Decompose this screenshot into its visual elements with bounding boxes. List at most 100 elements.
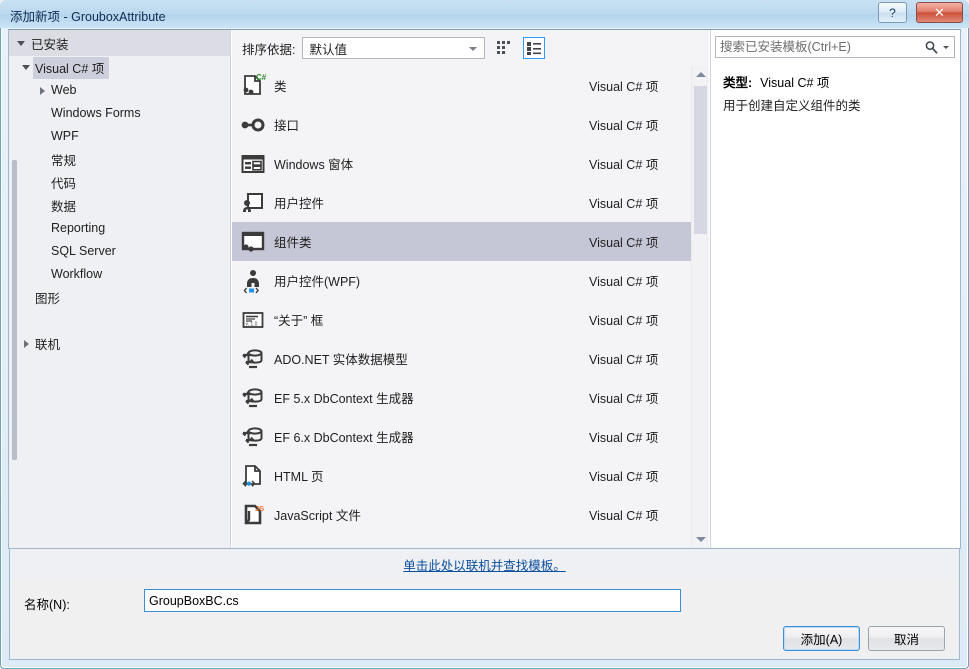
sort-by-value: 默认值 [309,42,347,57]
tree-item[interactable]: Windows Forms [9,102,230,125]
help-button[interactable]: ? [878,2,907,23]
template-list-item[interactable]: Windows 窗体 Visual C# 项 [232,144,709,183]
javascript-file-icon: JS [232,502,274,528]
tree-scroll-indicator[interactable] [12,160,17,460]
tree-item-label: Reporting [51,221,106,235]
sort-by-select[interactable]: 默认值 [302,37,486,59]
template-name: 组件类 [274,236,312,250]
chevron-right-icon[interactable] [35,86,49,95]
cancel-button[interactable]: 取消 [868,626,945,651]
user-control-icon [232,190,274,216]
grid-icon [497,41,511,54]
tree-item[interactable]: 图形 [9,286,230,309]
template-list-item[interactable]: 接口 Visual C# 项 [232,105,709,144]
template-name: Windows 窗体 [274,158,354,172]
tree-item-label: SQL Server [51,244,116,258]
template-list-item[interactable]: JS JavaScript 文件 Visual C# 项 [232,495,709,534]
tree-item[interactable]: Visual C# 项 [9,56,230,79]
template-name: “关于” 框 [274,314,324,328]
question-mark-icon: ? [889,5,896,20]
tree-item[interactable]: SQL Server [9,240,230,263]
medium-icons-view-button[interactable] [493,37,515,59]
tree-item[interactable]: Web [9,79,230,102]
component-class-icon [232,229,274,255]
close-button[interactable]: ✕ [916,2,963,23]
dialog-content: 已安装 Visual C# 项 Web Windows Forms WPF 常规代码 数据… [8,29,961,549]
tree-item[interactable]: 数据 [9,194,230,217]
ado-net-icon [232,346,274,372]
template-list-item[interactable]: EF 5.x DbContext 生成器 Visual C# 项 [232,378,709,417]
tree-item [9,309,230,332]
chevron-right-icon[interactable] [19,339,33,348]
templates-list[interactable]: C# 类 Visual C# 项接口 Visual C# 项 Windows 窗体 Vis… [232,66,709,548]
template-list-item[interactable]: 用户控件 Visual C# 项 [232,183,709,222]
tree-item[interactable]: 常规 [9,148,230,171]
details-panel: 类型: Visual C# 项 用于创建自定义组件的类 [710,30,960,548]
tree-item[interactable]: 代码 [9,171,230,194]
template-list-item[interactable]: v. 1.0 “关于” 框 Visual C# 项 [232,300,709,339]
name-label: 名称(N): [24,598,70,612]
template-name: 类 [274,80,287,94]
tree-item[interactable]: WPF [9,125,230,148]
add-button[interactable]: 添加(A) [783,626,860,651]
chevron-up-icon [695,72,706,77]
template-list-item[interactable]: EF 6.x DbContext 生成器 Visual C# 项 [232,417,709,456]
find-online-templates-link[interactable]: 单击此处以联机并查找模板。 [403,555,566,574]
template-list-item[interactable]: 组件类 Visual C# 项 [232,222,709,261]
detail-type-label: 类型: [723,76,753,90]
name-input[interactable] [144,589,681,612]
svg-text:JS: JS [255,504,264,513]
detail-type-value: Visual C# 项 [760,76,830,90]
tree-item-label: Visual C# 项 [33,56,110,79]
template-name: HTML 页 [274,470,324,484]
list-view-button[interactable] [523,37,546,59]
template-name: 接口 [274,119,300,133]
chevron-down-icon[interactable] [19,65,33,70]
svg-text:v. 1.0: v. 1.0 [246,321,258,327]
tree-item-label: Windows Forms [51,106,141,120]
tree-body: Visual C# 项 Web Windows Forms WPF 常规代码 数据 Repo… [9,56,230,548]
tree-item[interactable]: 联机 [9,332,230,355]
tree-item-label: WPF [51,129,79,143]
tree-item-label [33,319,40,322]
class-icon: C# [232,73,274,99]
tree-item-label: 常规 [51,153,77,168]
about-box-icon: v. 1.0 [232,307,274,333]
template-name: EF 5.x DbContext 生成器 [274,392,414,406]
add-button-label: 添加(A) [800,633,843,647]
detail-type-row: 类型: Visual C# 项 [723,72,829,91]
chevron-down-icon [469,47,478,51]
template-name: EF 6.x DbContext 生成器 [274,431,414,445]
cancel-button-label: 取消 [893,633,919,647]
chevron-down-icon [17,40,25,46]
templates-scrollbar[interactable] [691,66,709,548]
scroll-up-button[interactable] [692,66,709,83]
tree-header-installed[interactable]: 已安装 [9,30,230,56]
templates-toolbar: 排序依据: 默认值 [232,30,709,66]
detail-description: 用于创建自定义组件的类 [723,99,861,113]
close-icon: ✕ [934,4,945,20]
tree-item-label: 联机 [35,337,61,352]
interface-icon [232,112,274,138]
chevron-down-icon [695,537,706,542]
scrollbar-thumb[interactable] [694,86,707,234]
template-list-item[interactable]: ADO.NET 实体数据模型 Visual C# 项 [232,339,709,378]
template-list-item[interactable]: C# 类 Visual C# 项 [232,66,709,105]
template-name: 用户控件(WPF) [274,275,361,289]
svg-text:C#: C# [256,73,266,82]
template-list-item[interactable]: 用户控件(WPF) Visual C# 项 [232,261,709,300]
template-list-item[interactable]: HTML 页 Visual C# 项 [232,456,709,495]
sort-by-label: 排序依据: [242,42,296,57]
tree-item[interactable]: Workflow [9,263,230,286]
search-input[interactable] [716,39,924,55]
tree-header-label: 已安装 [31,37,69,52]
search-box[interactable] [715,36,955,58]
title-bar[interactable]: 添加新项 - GrouboxAttribute ? ✕ [0,0,969,28]
tree-item-label: Web [51,83,77,97]
scroll-down-button[interactable] [692,531,709,548]
search-controls[interactable] [924,40,954,55]
online-templates-row: 单击此处以联机并查找模板。 [9,549,960,579]
installed-templates-tree: 已安装 Visual C# 项 Web Windows Forms WPF 常规代码 数据… [9,30,231,548]
template-name: 用户控件 [274,197,325,211]
tree-item[interactable]: Reporting [9,217,230,240]
